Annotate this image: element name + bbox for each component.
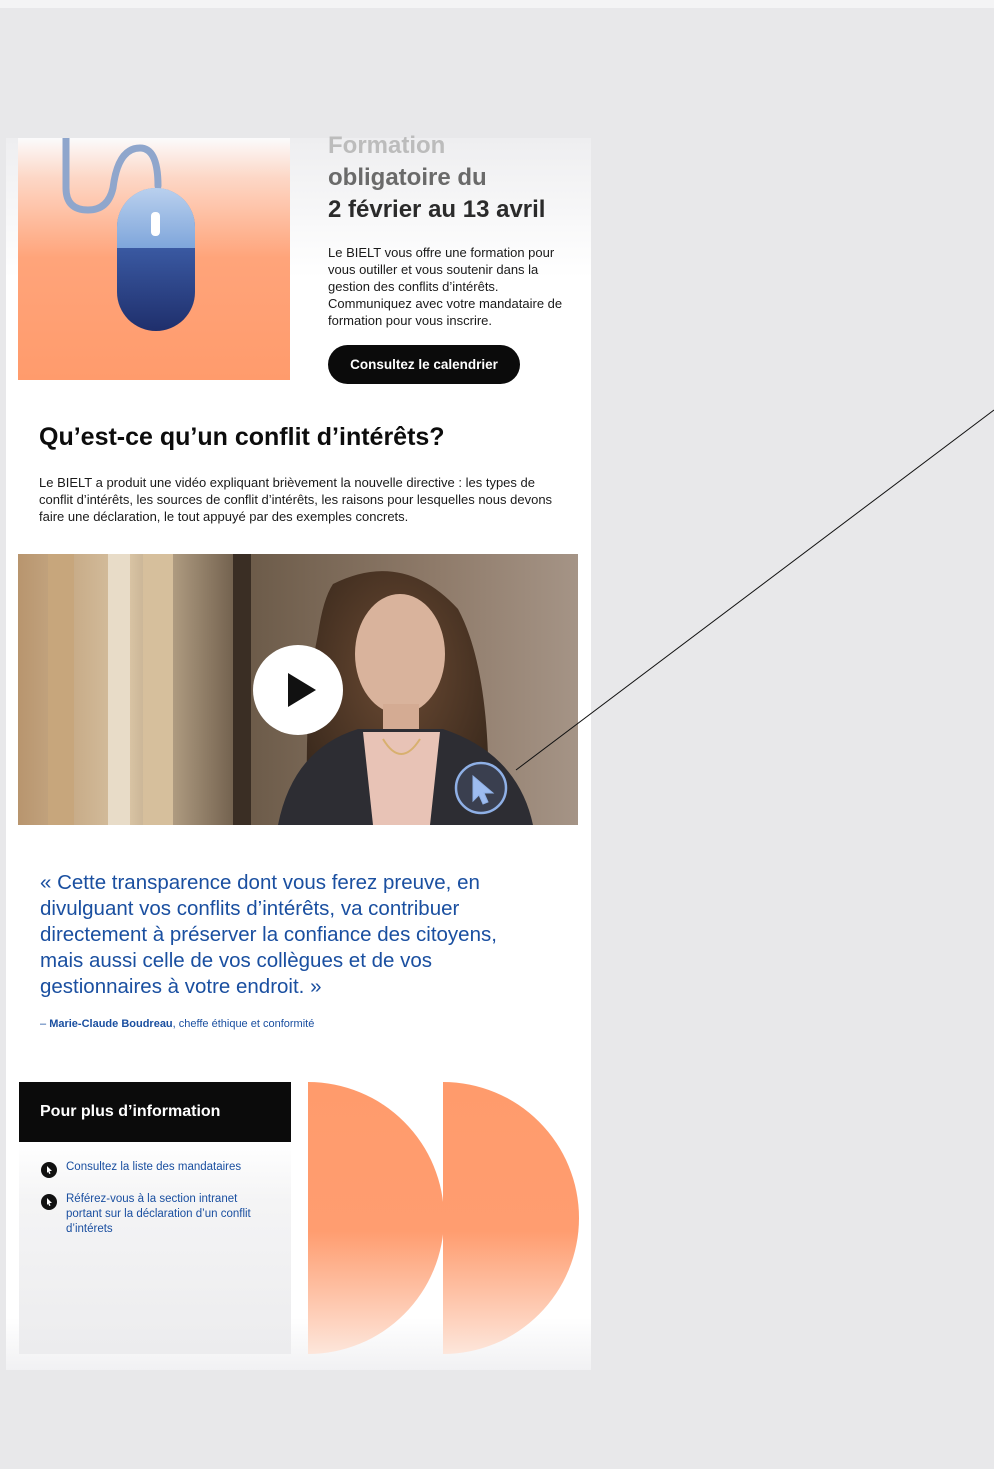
email-page: Formation obligatoire du 2 février au 13… bbox=[6, 132, 591, 1370]
hero-title-line-2: obligatoire du bbox=[328, 164, 487, 191]
hero-description: Le BIELT vous offre une formation pour v… bbox=[328, 245, 563, 328]
top-bar bbox=[0, 0, 994, 8]
quote-text: « Cette transparence dont vous ferez pre… bbox=[40, 871, 497, 998]
play-icon bbox=[288, 673, 316, 707]
section-title: Qu’est-ce qu’un conflit d’intérêts? bbox=[39, 423, 445, 451]
section-description: Le BIELT a produit une vidéo expliquant … bbox=[39, 475, 553, 524]
hero-title-line-3: 2 février au 13 avril bbox=[328, 196, 546, 223]
link-mandataires[interactable]: Consultez la liste des mandataires bbox=[41, 1160, 266, 1178]
quote-author-prefix: – bbox=[40, 1018, 50, 1030]
play-button[interactable] bbox=[253, 645, 343, 735]
cursor-bullet-icon bbox=[41, 1194, 57, 1210]
decorative-half-circles bbox=[308, 1082, 579, 1354]
quote-author: – Marie-Claude Boudreau, cheffe éthique … bbox=[40, 1018, 540, 1030]
calendar-button[interactable]: Consultez le calendrier bbox=[328, 345, 520, 384]
link-intranet-section[interactable]: Référez-vous à la section intranet porta… bbox=[41, 1192, 266, 1237]
quote-author-role: , cheffe éthique et conformité bbox=[172, 1018, 315, 1030]
computer-mouse-icon bbox=[62, 138, 195, 331]
hero-title: Formation obligatoire du 2 février au 13… bbox=[328, 130, 588, 226]
link-intranet-section-label: Référez-vous à la section intranet porta… bbox=[66, 1193, 251, 1235]
cursor-arrow-icon bbox=[454, 761, 508, 815]
video-player[interactable] bbox=[18, 554, 578, 825]
link-mandataires-label: Consultez la liste des mandataires bbox=[66, 1161, 242, 1173]
info-panel: Consultez la liste des mandataires Référ… bbox=[19, 1142, 291, 1354]
cursor-bullet-icon bbox=[41, 1162, 57, 1178]
quote-author-name: Marie-Claude Boudreau bbox=[49, 1018, 173, 1030]
hero-illustration bbox=[18, 138, 290, 380]
hero-title-line-1: Formation bbox=[328, 132, 446, 159]
info-title: Pour plus d’information bbox=[19, 1082, 291, 1142]
